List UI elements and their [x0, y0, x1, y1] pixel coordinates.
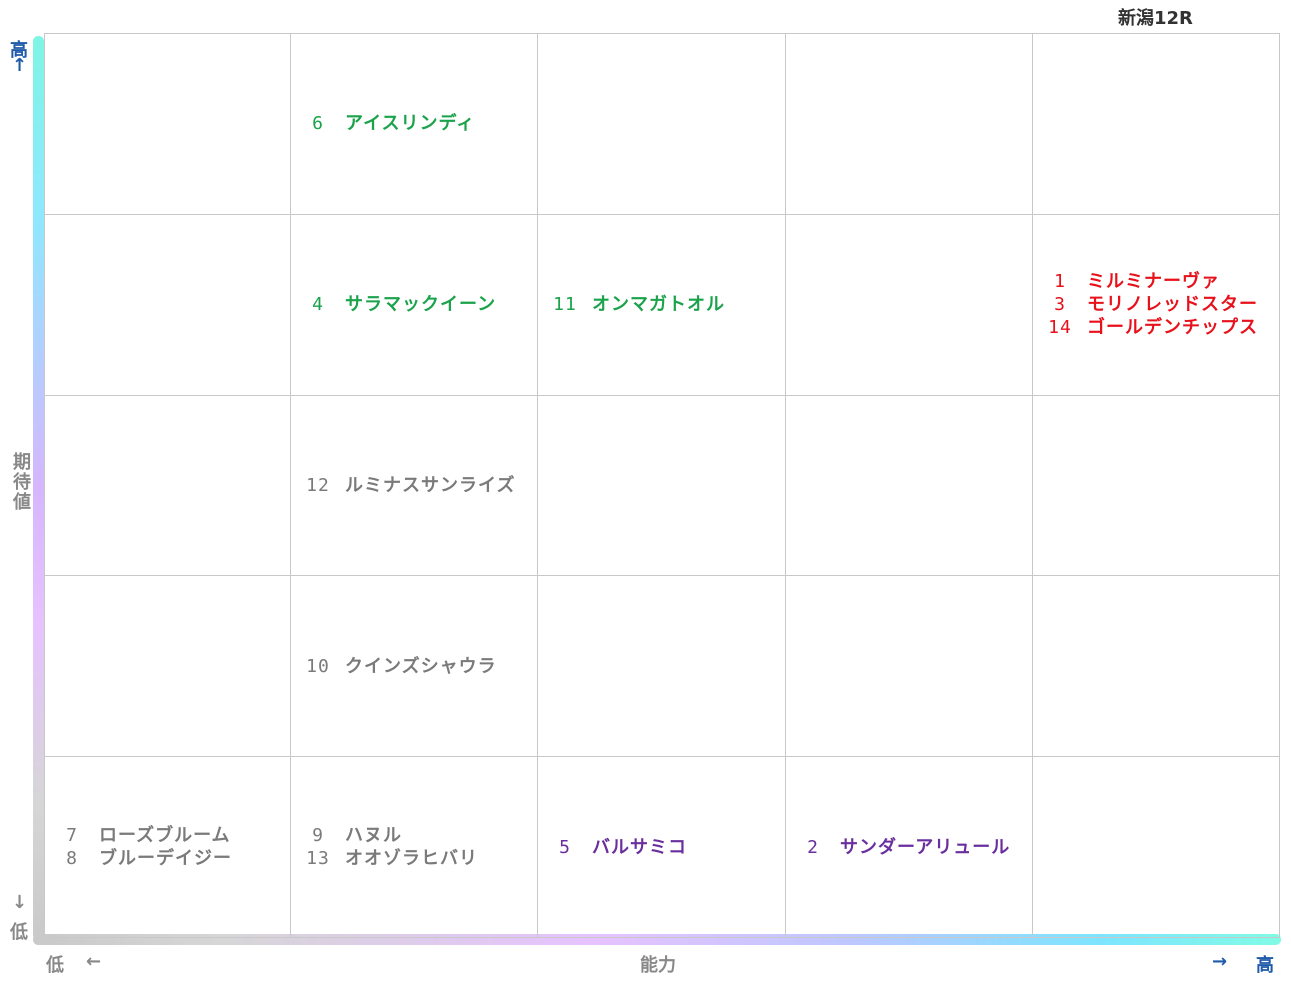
horse-name: クインズシャウラ: [345, 655, 497, 677]
cell-r5c5: [1032, 757, 1280, 938]
horse-entry: 3 モリノレッドスター: [1045, 293, 1280, 316]
horse-entry: 5 バルサミコ: [550, 836, 785, 859]
horse-number: 5: [559, 836, 571, 858]
horse-entry: 7 ローズブルーム: [57, 824, 290, 847]
horse-entry: 10 クインズシャウラ: [303, 655, 537, 678]
x-high-label: 高: [1256, 955, 1274, 976]
horse-number: 12: [306, 474, 330, 496]
horse-number: 14: [1048, 317, 1072, 339]
horse-name: サンダーアリュール: [840, 836, 1011, 858]
matrix-grid: 6 アイスリンディ 4 サラマックイーン 11 オンマガトオル 1 ミルミナーヴ…: [44, 33, 1280, 938]
y-axis-bar: [33, 36, 44, 940]
cell-r2c5: 1 ミルミナーヴァ 3 モリノレッドスター 14 ゴールデンチップス: [1032, 214, 1280, 396]
cell-r3c5: [1032, 395, 1280, 577]
x-high-arrow: →: [1212, 951, 1228, 972]
horse-number: 13: [306, 848, 330, 870]
horse-name: バルサミコ: [592, 836, 687, 858]
horse-entry: 9 ハヌル: [303, 824, 537, 847]
cell-r4c4: [785, 576, 1032, 758]
cell-r3c4: [785, 395, 1032, 577]
horse-entry: 4 サラマックイーン: [303, 293, 537, 316]
cell-r2c1: [44, 214, 290, 396]
race-title: 新潟12R: [1118, 8, 1193, 29]
y-axis-label: 期待値: [10, 452, 31, 512]
horse-name: オオゾラヒバリ: [345, 848, 478, 870]
cell-r1c1: [44, 34, 290, 215]
cell-r5c2: 9 ハヌル 13 オオゾラヒバリ: [290, 757, 537, 938]
horse-entry: 6 アイスリンディ: [303, 112, 537, 135]
horse-entry: 11 オンマガトオル: [550, 293, 785, 316]
horse-entry: 2 サンダーアリュール: [798, 836, 1032, 859]
y-high-arrow: ↑: [12, 55, 28, 76]
x-axis-label: 能力: [640, 955, 676, 976]
horse-entry: 12 ルミナスサンライズ: [303, 474, 537, 497]
horse-number: 1: [1054, 271, 1066, 293]
horse-name: ブルーデイジー: [99, 848, 232, 870]
horse-entry: 8 ブルーデイジー: [57, 847, 290, 870]
cell-r1c2: 6 アイスリンディ: [290, 34, 537, 215]
cell-r2c4: [785, 214, 1032, 396]
cell-r1c4: [785, 34, 1032, 215]
cell-r5c3: 5 バルサミコ: [537, 757, 785, 938]
horse-name: ローズブルーム: [99, 825, 231, 847]
horse-name: ルミナスサンライズ: [345, 474, 516, 496]
y-low-label: 低: [10, 922, 28, 943]
horse-number: 11: [553, 294, 577, 316]
horse-name: モリノレッドスター: [1087, 294, 1258, 316]
cell-r4c3: [537, 576, 785, 758]
horse-number: 9: [312, 825, 324, 847]
horse-name: ハヌル: [345, 825, 402, 847]
cell-r1c3: [537, 34, 785, 215]
horse-name: サラマックイーン: [345, 294, 497, 316]
cell-r3c3: [537, 395, 785, 577]
horse-name: ミルミナーヴァ: [1087, 271, 1220, 293]
x-low-label: 低: [46, 955, 64, 976]
horse-number: 6: [312, 113, 324, 135]
cell-r1c5: [1032, 34, 1280, 215]
horse-entry: 14 ゴールデンチップス: [1045, 316, 1280, 339]
cell-r5c1: 7 ローズブルーム 8 ブルーデイジー: [44, 757, 290, 938]
x-low-arrow: ←: [86, 951, 102, 972]
horse-number: 10: [306, 655, 330, 677]
horse-entry: 13 オオゾラヒバリ: [303, 847, 537, 870]
cell-r5c4: 2 サンダーアリュール: [785, 757, 1032, 938]
horse-number: 4: [312, 294, 324, 316]
cell-r4c2: 10 クインズシャウラ: [290, 576, 537, 758]
cell-r2c2: 4 サラマックイーン: [290, 214, 537, 396]
horse-number: 8: [66, 848, 78, 870]
y-low-arrow: ↓: [12, 892, 28, 913]
horse-entry: 1 ミルミナーヴァ: [1045, 270, 1280, 293]
cell-r4c5: [1032, 576, 1280, 758]
horse-number: 2: [807, 836, 819, 858]
cell-r3c2: 12 ルミナスサンライズ: [290, 395, 537, 577]
horse-number: 7: [66, 825, 78, 847]
cell-r2c3: 11 オンマガトオル: [537, 214, 785, 396]
cell-r3c1: [44, 395, 290, 577]
horse-name: オンマガトオル: [592, 294, 725, 316]
horse-name: アイスリンディ: [345, 113, 476, 135]
horse-number: 3: [1054, 294, 1066, 316]
horse-name: ゴールデンチップス: [1087, 317, 1258, 339]
cell-r4c1: [44, 576, 290, 758]
